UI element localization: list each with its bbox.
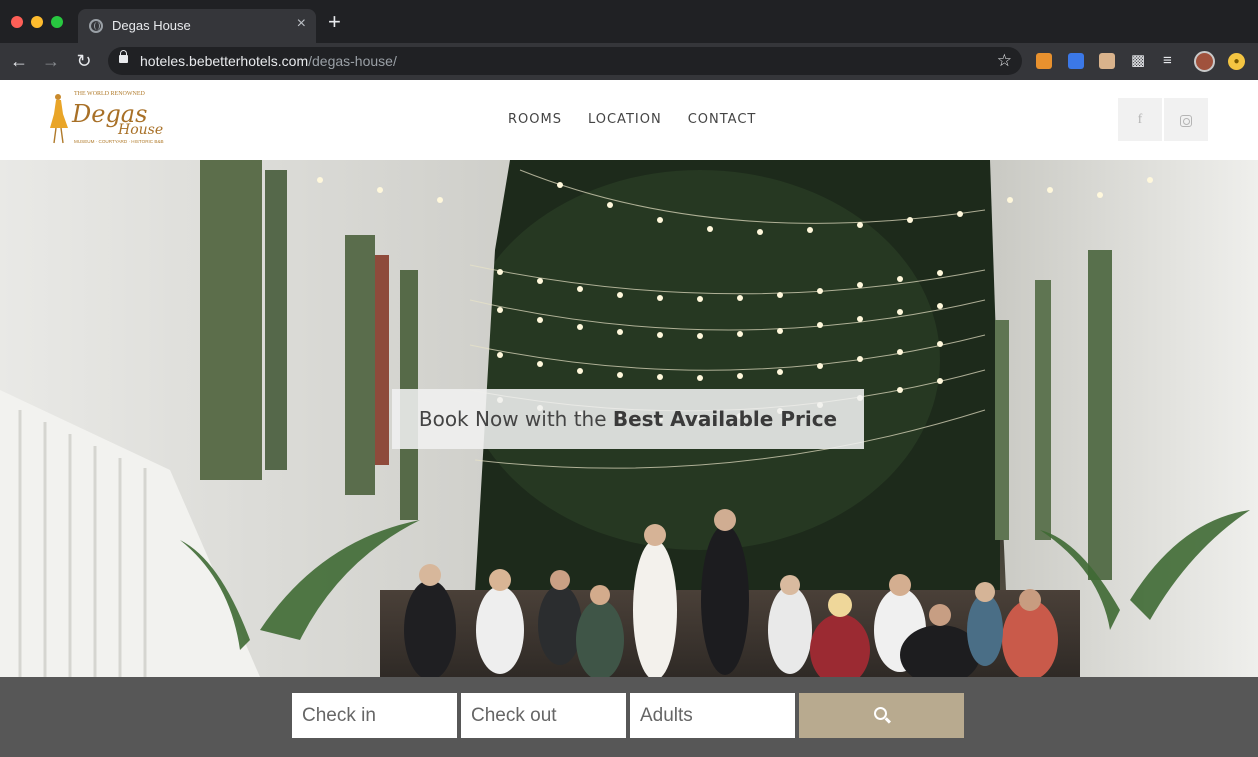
update-icon[interactable]: ● [1228, 53, 1245, 70]
hero-image: Book Now with the Best Available Price [0, 160, 1258, 677]
instagram-icon[interactable] [1164, 98, 1208, 141]
browser-tabstrip: Degas House × + [0, 0, 1258, 43]
search-button[interactable] [799, 693, 964, 738]
extension-translate-icon[interactable] [1068, 53, 1084, 69]
extension-mail-icon[interactable] [1036, 53, 1052, 69]
minimize-window-button[interactable] [31, 16, 43, 28]
svg-text:THE WORLD RENOWNED: THE WORLD RENOWNED [74, 91, 146, 97]
address-bar[interactable]: hoteles.bebetterhotels.com/degas-house/ … [108, 47, 1022, 75]
browser-toolbar: ← → ↻ hoteles.bebetterhotels.com/degas-h… [0, 43, 1258, 80]
svg-text:MUSEUM · COURTYARD · HISTORIC: MUSEUM · COURTYARD · HISTORIC B&B [74, 139, 164, 144]
main-nav: ROOMS LOCATION CONTACT [508, 112, 756, 127]
banner-highlight: Best Available Price [612, 407, 838, 431]
check-in-field[interactable]: Check in [292, 693, 457, 738]
site-header: THE WORLD RENOWNED Degas House MUSEUM · … [0, 80, 1258, 160]
reload-icon[interactable]: ↻ [73, 50, 95, 72]
forward-icon[interactable]: → [40, 50, 62, 72]
tab-title: Degas House [112, 18, 191, 33]
nav-rooms[interactable]: ROOMS [508, 112, 562, 127]
zoom-window-button[interactable] [51, 16, 63, 28]
facebook-icon[interactable]: f [1118, 98, 1162, 141]
tab-close-icon[interactable]: × [297, 15, 306, 33]
hero-banner: Book Now with the Best Available Price [392, 389, 864, 449]
search-icon [874, 707, 887, 720]
lock-icon [119, 50, 128, 63]
nav-contact[interactable]: CONTACT [688, 112, 757, 127]
web-page: THE WORLD RENOWNED Degas House MUSEUM · … [0, 80, 1258, 757]
adults-field[interactable]: Adults [630, 693, 795, 738]
new-tab-button[interactable]: + [328, 11, 341, 33]
banner-prefix: Book Now with the [418, 407, 613, 431]
check-out-field[interactable]: Check out [461, 693, 626, 738]
svg-text:House: House [117, 122, 163, 138]
extensions-puzzle-icon[interactable]: ▩ [1131, 53, 1147, 69]
reading-list-icon[interactable]: ≡ [1163, 53, 1179, 69]
profile-avatar[interactable] [1194, 51, 1215, 72]
browser-tab[interactable]: Degas House × [78, 9, 316, 43]
booking-bar: Check in Check out Adults [0, 677, 1258, 757]
close-window-button[interactable] [11, 16, 23, 28]
back-icon[interactable]: ← [8, 50, 30, 72]
bookmark-star-icon[interactable]: ☆ [997, 51, 1012, 71]
url-text[interactable]: hoteles.bebetterhotels.com/degas-house/ [140, 53, 397, 69]
nav-location[interactable]: LOCATION [588, 112, 662, 127]
degas-house-logo[interactable]: THE WORLD RENOWNED Degas House MUSEUM · … [48, 88, 172, 150]
globe-icon [89, 19, 103, 33]
extension-face-icon[interactable] [1099, 53, 1115, 69]
